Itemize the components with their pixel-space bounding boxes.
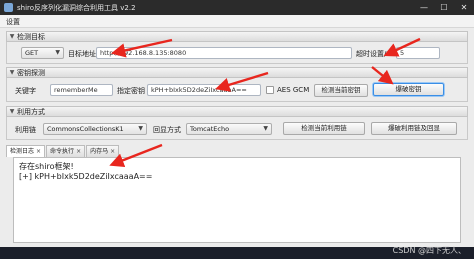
close-icon[interactable]: × — [110, 146, 115, 157]
bruteforce-chain-button[interactable]: 爆破利用链及回显 — [371, 122, 457, 135]
log-output[interactable]: 存在shiro框架! [+] kPH+bIxk5D2deZiIxcaaaA== — [13, 157, 461, 243]
chain-value: CommonsCollectionsK1 — [47, 125, 124, 133]
detect-target-panel: GET ▼ 目标地址 http://192.168.8.135:8080 超时设… — [6, 42, 468, 64]
maximize-button[interactable]: ☐ — [434, 0, 454, 15]
detect-key-button[interactable]: 检测当前密钥 — [314, 84, 368, 97]
timeout-input[interactable]: 5 — [396, 47, 440, 59]
log-line: 存在shiro框架! — [19, 162, 74, 171]
exploit-panel: 利用链 CommonsCollectionsK1 ▼ 回显方式 TomcatEc… — [6, 117, 468, 140]
exploit-header[interactable]: ▼ 利用方式 — [6, 106, 468, 117]
menu-bar: 设置 — [0, 15, 474, 28]
watermark: CSDN @四下无人、 — [392, 246, 466, 255]
method-select[interactable]: GET ▼ — [21, 47, 64, 59]
log-line: [+] kPH+bIxk5D2deZiIxcaaaA== — [19, 172, 153, 181]
chevron-down-icon: ▼ — [138, 125, 143, 132]
window-title: shiro反序列化漏洞综合利用工具 v2.2 — [17, 3, 136, 12]
exploit-title: 利用方式 — [17, 107, 45, 116]
tab-label: 检测日志 — [10, 148, 35, 155]
tab-label: 命令执行 — [50, 148, 75, 155]
aes-gcm-label: AES GCM — [277, 86, 310, 94]
title-bar: shiro反序列化漏洞综合利用工具 v2.2 — ☐ ✕ — [0, 0, 474, 15]
app-icon — [4, 3, 13, 12]
key-input[interactable]: kPH+bIxk5D2deZiIxcaaaA== — [147, 84, 261, 96]
chain-label: 利用链 — [15, 126, 36, 134]
echo-select[interactable]: TomcatEcho ▼ — [186, 123, 272, 135]
chain-select[interactable]: CommonsCollectionsK1 ▼ — [43, 123, 147, 135]
chevron-down-icon: ▼ — [263, 125, 268, 132]
tab-command-exec[interactable]: 命令执行 × — [46, 145, 86, 157]
key-detect-panel: 关键字 rememberMe 指定密钥 kPH+bIxk5D2deZiIxcaa… — [6, 78, 468, 102]
bruteforce-key-button[interactable]: 爆破密钥 — [373, 83, 444, 96]
tab-detect-log[interactable]: 检测日志 × — [6, 145, 46, 157]
url-input[interactable]: http://192.168.8.135:8080 — [96, 47, 352, 59]
url-label: 目标地址 — [68, 50, 96, 58]
close-icon[interactable]: × — [36, 146, 41, 157]
tab-label: 内存马 — [90, 148, 109, 155]
tab-bar: 检测日志 × 命令执行 × 内存马 × — [6, 145, 120, 157]
key-detect-title: 密钥探测 — [17, 68, 45, 77]
collapse-arrow-icon: ▼ — [9, 33, 15, 40]
collapse-arrow-icon: ▼ — [9, 69, 15, 76]
tab-memshell[interactable]: 内存马 × — [86, 145, 120, 157]
collapse-arrow-icon: ▼ — [9, 108, 15, 115]
aes-gcm-checkbox[interactable] — [266, 86, 274, 94]
detect-chain-button[interactable]: 检测当前利用链 — [283, 122, 365, 135]
close-button[interactable]: ✕ — [454, 0, 474, 15]
method-value: GET — [25, 49, 39, 57]
app-window: shiro反序列化漏洞综合利用工具 v2.2 — ☐ ✕ 设置 ▼ 检测目标 G… — [0, 0, 474, 259]
minimize-button[interactable]: — — [414, 0, 434, 15]
echo-value: TomcatEcho — [190, 125, 230, 133]
timeout-label: 超时设置/s — [356, 50, 391, 58]
keyword-input[interactable]: rememberMe — [50, 84, 113, 96]
close-icon[interactable]: × — [76, 146, 81, 157]
keyword-label: 关键字 — [15, 87, 36, 95]
key-label: 指定密钥 — [117, 87, 145, 95]
chevron-down-icon: ▼ — [55, 49, 60, 56]
menu-settings[interactable]: 设置 — [6, 17, 20, 27]
detect-target-title: 检测目标 — [17, 32, 45, 41]
detect-target-header[interactable]: ▼ 检测目标 — [6, 31, 468, 42]
key-detect-header[interactable]: ▼ 密钥探测 — [6, 67, 468, 78]
echo-label: 回显方式 — [153, 126, 181, 134]
